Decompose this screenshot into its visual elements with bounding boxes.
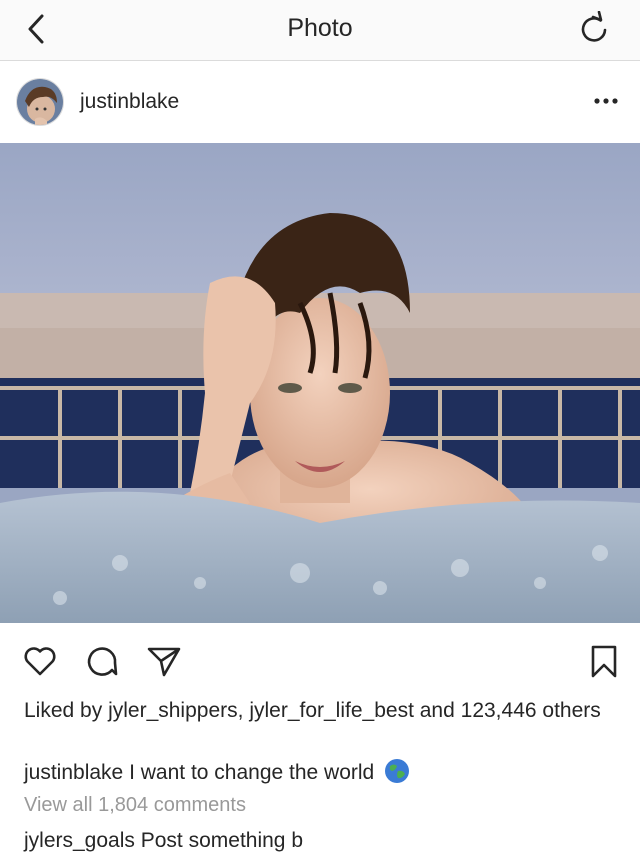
page-title: Photo (287, 14, 353, 42)
likes-separator: , (237, 699, 244, 722)
globe-icon (384, 758, 410, 784)
chevron-left-icon[interactable] (22, 12, 52, 46)
post-username[interactable]: justinblake (80, 90, 179, 114)
more-dots-icon[interactable] (592, 87, 620, 115)
send-icon[interactable] (146, 643, 182, 679)
likes-count[interactable]: 123,446 (461, 699, 537, 722)
view-all-comments-link[interactable]: View all 1,804 comments (24, 794, 246, 817)
likes-and: and (419, 699, 455, 722)
liker-username[interactable]: jyler_shippers (108, 699, 238, 722)
avatar[interactable] (16, 78, 64, 126)
nav-bar: Photo (0, 0, 640, 61)
caption-username[interactable]: justinblake (24, 761, 123, 784)
comment-item: jylers_goals Post something b (24, 829, 303, 853)
action-bar (0, 623, 640, 697)
caption-text: I want to change the world (129, 761, 375, 784)
likes-suffix[interactable]: others (542, 699, 600, 722)
refresh-icon[interactable] (578, 10, 610, 45)
likes-summary: Liked by jyler_shippers, jyler_for_life_… (24, 698, 604, 724)
heart-icon[interactable] (22, 643, 58, 679)
post-photo[interactable] (0, 143, 640, 623)
bookmark-icon[interactable] (586, 643, 622, 679)
comment-username[interactable]: jylers_goals (24, 829, 135, 852)
likes-prefix: Liked by (24, 699, 103, 722)
post-caption: justinblake I want to change the world (24, 758, 614, 787)
comment-icon[interactable] (84, 643, 120, 679)
comment-text: Post something b (140, 829, 303, 852)
post-header: justinblake (0, 61, 640, 143)
liker-username[interactable]: jyler_for_life_best (249, 699, 414, 722)
